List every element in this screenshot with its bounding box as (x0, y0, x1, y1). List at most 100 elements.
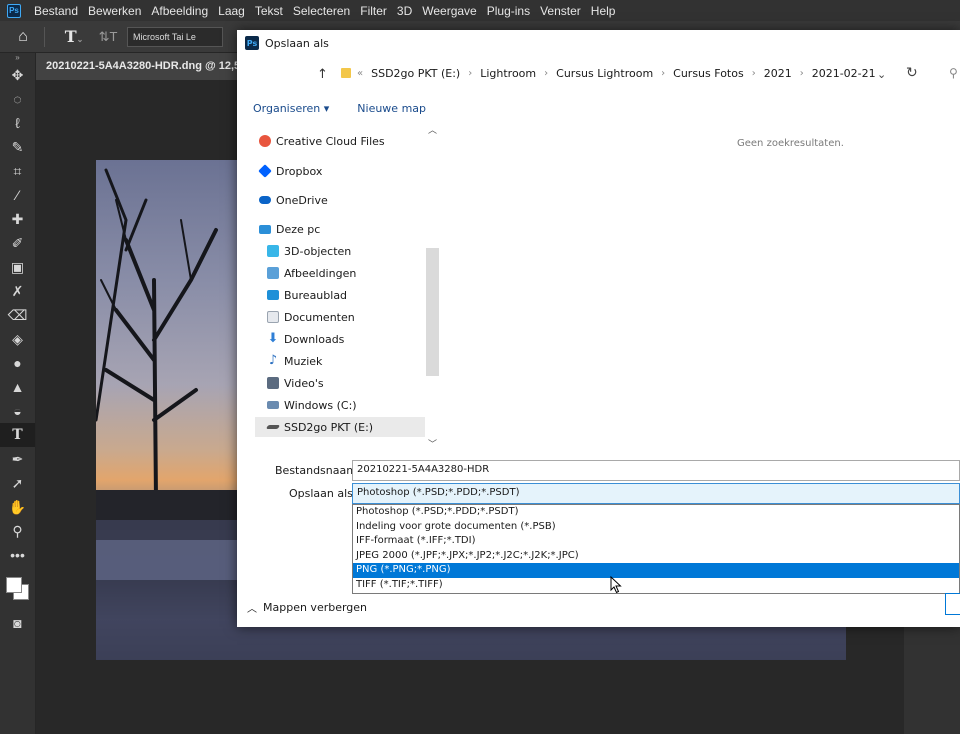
nav-item-label: Dropbox (276, 164, 323, 178)
breadcrumb-item[interactable]: 2021 (764, 67, 792, 80)
color-swatches[interactable] (0, 567, 35, 611)
more-icon[interactable]: ••• (0, 543, 35, 567)
foreground-color-swatch[interactable] (6, 577, 22, 593)
nav-item-label: Downloads (284, 332, 345, 346)
new-folder-button[interactable]: Nieuwe map (357, 102, 426, 115)
path-select-icon[interactable]: ✒ (0, 447, 35, 471)
scroll-up-icon[interactable]: ︿ (428, 123, 437, 136)
shape-icon[interactable]: ➚ (0, 471, 35, 495)
chevron-right-icon[interactable]: › (752, 68, 756, 79)
eyedropper-icon[interactable]: ⁄ (0, 183, 35, 207)
menu-plug-ins[interactable]: Plug-ins (482, 4, 535, 18)
gradient-icon[interactable]: ◈ (0, 327, 35, 351)
pen-icon[interactable]: ◒ (0, 399, 35, 423)
chevron-right-icon[interactable]: › (544, 68, 548, 79)
file-type-option[interactable]: IFF-formaat (*.IFF;*.TDI) (353, 534, 959, 549)
search-icon[interactable]: ⚲ (949, 66, 958, 80)
breadcrumb: « SSD2go PKT (E:) › Lightroom › Cursus L… (357, 67, 876, 80)
marquee-icon[interactable]: ◌ (0, 87, 35, 111)
hide-folders-label: Mappen verbergen (263, 601, 368, 614)
nav-item-label: Windows (C:) (284, 398, 357, 412)
lasso-icon[interactable]: ℓ (0, 111, 35, 135)
up-arrow-icon[interactable]: ↑ (317, 67, 328, 82)
menu-afbeelding[interactable]: Afbeelding (146, 4, 213, 18)
menu-venster[interactable]: Venster (535, 4, 586, 18)
file-type-option[interactable]: JPEG 2000 (*.JPF;*.JPX;*.JP2;*.J2C;*.J2K… (353, 549, 959, 564)
breadcrumb-overflow[interactable]: « (357, 68, 363, 79)
refresh-icon[interactable]: ↻ (906, 65, 918, 81)
save-button[interactable] (945, 593, 960, 615)
computer-icon (259, 224, 271, 234)
zoom-icon[interactable]: ⚲ (0, 519, 35, 543)
file-type-option-png[interactable]: PNG (*.PNG;*.PNG) (353, 563, 959, 578)
quick-select-icon[interactable]: ✎ (0, 135, 35, 159)
photoshop-logo-icon: Ps (7, 3, 21, 18)
usb-drive-icon (265, 425, 281, 429)
nav-item-label: Bureaublad (284, 288, 348, 302)
breadcrumb-item[interactable]: Cursus Lightroom (556, 67, 653, 80)
chevron-down-icon[interactable]: ⌄ (877, 68, 886, 81)
filename-label: Bestandsnaam: (275, 464, 361, 477)
stamp-icon[interactable]: ▣ (0, 255, 35, 279)
file-type-option[interactable]: Indeling voor grote documenten (*.PSB) (353, 520, 959, 535)
type-tool-preset-icon[interactable]: T⌄ (63, 27, 85, 46)
chevron-right-icon[interactable]: › (661, 68, 665, 79)
home-icon[interactable]: ⌂ (12, 28, 34, 46)
nav-item-dropbox[interactable]: Dropbox (258, 161, 445, 181)
move-icon[interactable]: ✥ (0, 63, 35, 87)
breadcrumb-item[interactable]: SSD2go PKT (E:) (371, 67, 460, 80)
crop-icon[interactable]: ⌗ (0, 159, 35, 183)
nav-item-label: Muziek (284, 354, 323, 368)
menu-selecteren[interactable]: Selecteren (288, 4, 355, 18)
quick-mask-icon[interactable]: ◙ (0, 611, 35, 635)
nav-item-windows-c[interactable]: Windows (C:) (267, 395, 453, 415)
organize-button[interactable]: Organiseren ▾ (253, 102, 329, 115)
document-tab[interactable]: 20210221-5A4A3280-HDR.dng @ 12,5% (36, 53, 246, 80)
type-icon[interactable]: T (0, 423, 35, 447)
filename-field[interactable]: 20210221-5A4A3280-HDR (352, 460, 960, 481)
menu-bewerken[interactable]: Bewerken (83, 4, 146, 18)
pictures-icon (267, 267, 279, 279)
blur-icon[interactable]: ● (0, 351, 35, 375)
nav-item-creative-cloud[interactable]: Creative Cloud Files (259, 131, 445, 151)
dialog-titlebar[interactable]: Ps Opslaan als (237, 30, 960, 56)
nav-scrollbar-thumb[interactable] (426, 248, 439, 376)
file-type-label: Opslaan als: (289, 487, 357, 500)
chevron-right-icon[interactable]: › (468, 68, 472, 79)
breadcrumb-item[interactable]: 2021-02-21 (812, 67, 876, 80)
menu-tekst[interactable]: Tekst (250, 4, 288, 18)
menu-bestand[interactable]: Bestand (29, 4, 83, 18)
healing-icon[interactable]: ✚ (0, 207, 35, 231)
chevron-right-icon[interactable]: › (800, 68, 804, 79)
hide-folders-button[interactable]: ︿ Mappen verbergen (247, 600, 367, 615)
dodge-icon[interactable]: ▲ (0, 375, 35, 399)
breadcrumb-item[interactable]: Cursus Fotos (673, 67, 744, 80)
menu-3d[interactable]: 3D (392, 4, 417, 18)
file-type-select[interactable]: Photoshop (*.PSD;*.PDD;*.PSDT) (352, 483, 960, 504)
nav-item-onedrive[interactable]: OneDrive (259, 190, 445, 210)
menu-weergave[interactable]: Weergave (417, 4, 481, 18)
hand-icon[interactable]: ✋ (0, 495, 35, 519)
creative-cloud-icon (259, 135, 271, 147)
nav-item-videos[interactable]: Video's (267, 373, 453, 393)
breadcrumb-item[interactable]: Lightroom (480, 67, 536, 80)
text-orientation-icon[interactable]: ⇅T (97, 29, 119, 45)
eraser-icon[interactable]: ⌫ (0, 303, 35, 327)
file-type-option[interactable]: TIFF (*.TIF;*.TIFF) (353, 578, 959, 593)
menu-laag[interactable]: Laag (213, 4, 250, 18)
file-type-option[interactable]: Photoshop (*.PSD;*.PDD;*.PSDT) (353, 505, 959, 520)
font-family-field[interactable]: Microsoft Tai Le (127, 26, 223, 47)
panel-collapse-icon[interactable]: » (0, 53, 35, 63)
address-bar: ↑ « SSD2go PKT (E:) › Lightroom › Cursus… (237, 60, 960, 90)
brush-icon[interactable]: ✐ (0, 231, 35, 255)
nav-item-this-pc[interactable]: Deze pc (259, 219, 445, 239)
drive-icon (267, 401, 279, 409)
history-brush-icon[interactable]: ✗ (0, 279, 35, 303)
menu-help[interactable]: Help (586, 4, 621, 18)
menu-bar: Ps Bestand Bewerken Afbeelding Laag Teks… (0, 0, 960, 21)
save-as-dialog: Ps Opslaan als ↑ « SSD2go PKT (E:) › Lig… (237, 30, 960, 627)
nav-item-ssd2go[interactable]: SSD2go PKT (E:) (255, 417, 425, 437)
folder-icon (341, 68, 351, 78)
scroll-down-icon[interactable]: ﹀ (428, 437, 437, 450)
menu-filter[interactable]: Filter (355, 4, 392, 18)
